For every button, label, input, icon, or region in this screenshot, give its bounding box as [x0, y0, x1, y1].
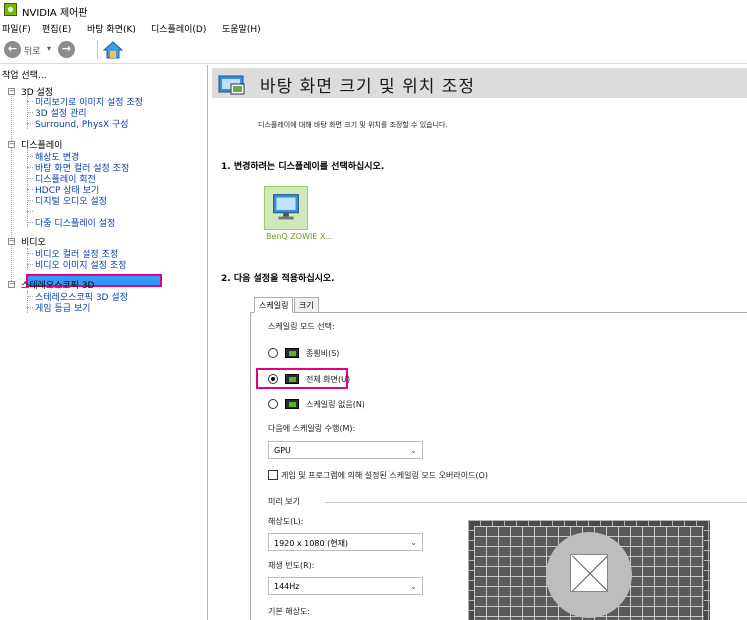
back-button-label[interactable]: 뒤로 [24, 44, 41, 57]
scaling-mode-label: 스케일링 모드 선택: [268, 322, 335, 331]
back-history-dropdown[interactable]: ▾ [47, 44, 51, 53]
native-resolution-label: 기본 해상도: [268, 607, 311, 616]
override-scaling-label[interactable]: 게임 및 프로그램에 의해 설정된 스케일링 모드 오버라이드(O) [281, 470, 488, 481]
full-screen-label[interactable]: 전체 화면(U) [306, 374, 350, 385]
tree-toggle-3d[interactable]: − [8, 88, 15, 95]
refresh-rate-value: 144Hz [274, 582, 300, 591]
perform-scaling-on-select[interactable]: GPU ⌄ [268, 441, 423, 459]
no-scaling-label[interactable]: 스케일링 없음(N) [306, 399, 365, 410]
tree-toggle-video[interactable]: − [8, 238, 15, 245]
tree-toggle-display[interactable]: − [8, 141, 15, 148]
window-title: NVIDIA 제어판 [22, 8, 88, 19]
tree-item-multi-display[interactable]: 다중 디스플레이 설정 [35, 216, 115, 229]
resolution-select[interactable]: 1920 x 1080 (현재) ⌄ [268, 533, 423, 551]
title-bar: NVIDIA 제어판 [0, 0, 747, 20]
task-tree-panel: 작업 선택... − 3D 설정 미리보기로 이미지 설정 조정 3D 설정 관… [0, 65, 208, 620]
radio-full-screen[interactable] [268, 374, 278, 384]
resolution-label: 해상도(L): [268, 517, 304, 526]
menu-display[interactable]: 디스플레이(D) [151, 22, 206, 35]
tree-item-surround-physx[interactable]: Surround, PhysX 구성 [35, 117, 129, 130]
aspect-ratio-label[interactable]: 종횡비(S) [306, 348, 339, 359]
tree-item-game-ratings[interactable]: 게임 등급 보기 [35, 301, 90, 314]
menu-bar: 파일(F) 편집(E) 바탕 화면(K) 디스플레이(D) 도움말(H) [0, 20, 747, 36]
page-title: 바탕 화면 크기 및 위치 조정 [260, 77, 476, 97]
refresh-rate-select[interactable]: 144Hz ⌄ [268, 577, 423, 595]
display-size-icon [218, 75, 245, 95]
chevron-down-icon: ⌄ [410, 538, 417, 547]
section-apply-settings: 2. 다음 설정을 적용하십시오. [221, 274, 335, 284]
nvidia-logo-icon [4, 3, 17, 16]
preview-grid [474, 526, 704, 620]
forward-arrow-icon[interactable]: → [58, 41, 75, 58]
page-header: 바탕 화면 크기 및 위치 조정 [212, 68, 747, 98]
home-icon[interactable] [103, 40, 123, 60]
task-select-header: 작업 선택... [2, 71, 47, 81]
tab-size[interactable]: 크기 [294, 297, 319, 313]
preview-group-divider [325, 502, 747, 503]
monitor-icon[interactable] [264, 186, 308, 230]
full-screen-icon [285, 374, 299, 384]
tree-item-video-image[interactable]: 비디오 이미지 설정 조정 [35, 258, 126, 271]
preview-center-box [570, 554, 608, 592]
menu-file[interactable]: 파일(F) [2, 22, 31, 35]
menu-desktop[interactable]: 바탕 화면(K) [87, 22, 136, 35]
override-scaling-checkbox[interactable] [268, 470, 278, 480]
resolution-value: 1920 x 1080 (현재) [274, 539, 349, 548]
tree-toggle-stereoscopic[interactable]: − [8, 281, 15, 288]
chevron-down-icon: ⌄ [410, 446, 417, 455]
toolbar-separator [97, 41, 98, 59]
tab-scaling[interactable]: 스케일링 [254, 297, 294, 313]
page-description: 디스플레이에 대해 바탕 화면 크기 및 위치를 조정할 수 있습니다. [258, 121, 448, 129]
menu-edit[interactable]: 편집(E) [42, 22, 71, 35]
menu-help[interactable]: 도움말(H) [222, 22, 261, 35]
display-name-label[interactable]: BenQ ZOWIE X... [266, 232, 333, 241]
perform-scaling-on-value: GPU [274, 446, 291, 455]
chevron-down-icon: ⌄ [410, 582, 417, 591]
no-scaling-icon [285, 399, 299, 409]
aspect-ratio-icon [285, 348, 299, 358]
radio-aspect-ratio[interactable] [268, 348, 278, 358]
toolbar: ← 뒤로 ▾ → [0, 36, 747, 64]
tree-item-digital-audio[interactable]: 디지털 오디오 설정 [35, 194, 107, 207]
refresh-rate-label: 재생 빈도(R): [268, 561, 315, 570]
back-arrow-icon[interactable]: ← [4, 41, 21, 58]
radio-no-scaling[interactable] [268, 399, 278, 409]
perform-scaling-on-label: 다음에 스케일링 수행(M): [268, 424, 356, 433]
section-select-display: 1. 변경하려는 디스플레이를 선택하십시오. [221, 162, 385, 172]
preview-group-label: 미리 보기 [268, 497, 300, 506]
scaling-preview-image [468, 520, 710, 620]
settings-tabs: 스케일링 크기 [250, 296, 747, 313]
